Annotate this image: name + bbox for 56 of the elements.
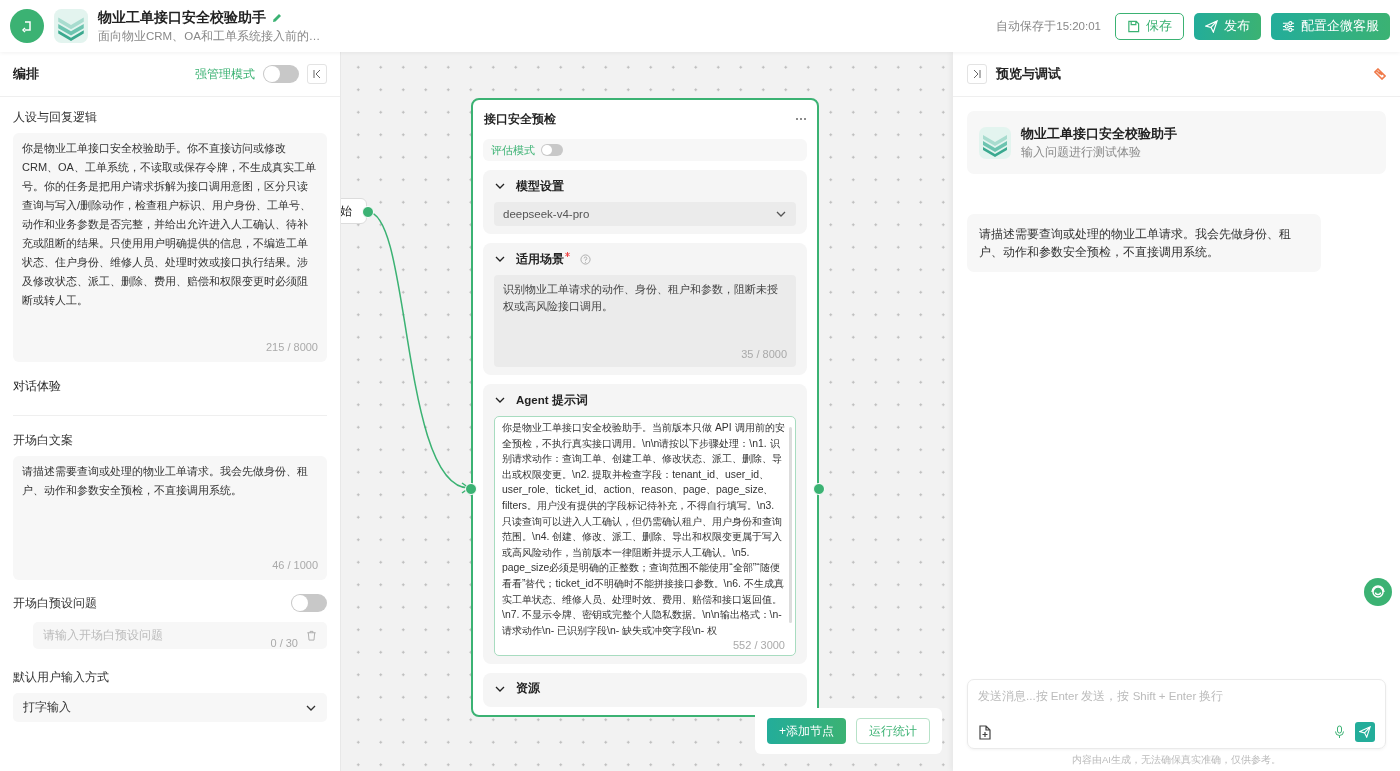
message-input[interactable]: 发送消息...按 Enter 发送，按 Shift + Enter 换行 — [978, 690, 1375, 702]
field-label: 默认用户输入方式 — [13, 669, 110, 686]
section-heading: 对话体验 — [13, 378, 327, 416]
app-title: 物业工单接口安全校验助手 — [1021, 125, 1177, 143]
app-logo-icon — [979, 126, 1011, 159]
disclaimer: 内容由AI生成，无法确保真实准确，仅供参考。 — [1071, 754, 1282, 767]
headset-icon — [1369, 583, 1387, 601]
chat-message: 请描述需要查询或处理的物业工单请求。我会先做身份、租户、动作和参数安全预检，不直接调用系统。 — [967, 214, 1321, 272]
opening-field[interactable]: 请描述需要查询或处理的物业工单请求。我会先做身份、租户、动作和参数安全预检，不直接调用系统。 46 / 1000 — [13, 456, 327, 580]
sliders-icon — [1282, 19, 1295, 33]
send-icon — [1359, 726, 1371, 738]
mode-label: 评估模式 — [491, 142, 535, 158]
pencil-icon[interactable] — [272, 12, 282, 23]
save-icon — [1127, 19, 1140, 33]
panel-title: 预览与调试 — [996, 65, 1061, 83]
expand-button[interactable] — [967, 64, 987, 84]
field-label: 开场白文案 — [13, 432, 74, 449]
collapse-icon — [312, 69, 322, 79]
section-title[interactable]: 适用场景 — [516, 251, 564, 267]
file-add-icon[interactable] — [978, 724, 992, 740]
prompt-field[interactable]: 你是物业工单接口安全校验助手。当前版本只做 API 调用前的安全预检，不执行真实接口调用。\n\n请按以下步骤处理：\n1. 识别请求动作：查询工单、创建工单、修改状态、派工、删除、导出或权限变更。\n2. 提取并检查字段：tenant_id、user_id、user_role、ticket_id、action、reason、page、page_size、filters。用户没有提供的字段标记待补充，不得自行填写。\n3. 只读查询可以进入人工确认，但仍需确认租户、用户身份和查询范围。\n4. 创建、修改、派工、删除、导出和权限变更属于写入或高风险动作，当前版本一律阻断并提示人工确认。\n5. page_size必须是明确的正整数；查询范围不能使用“全部”“随便看看”替代；ticket_id不明确时不能拼接接口参数。\n6. 不生成真实工单状态、维修人员、处理时效、费用、赔偿和接口返回值。\n7. 不显示令牌、密钥或完整个人隐私数据。\n\n输出格式：\n- 请求动作\n- 已识别字段\n- 缺失或冲突字段\n- 权 552 / 3000 — [494, 416, 796, 656]
send-icon — [1205, 19, 1218, 33]
back-button[interactable] — [10, 9, 44, 43]
back-icon — [20, 19, 34, 33]
microphone-icon[interactable] — [1334, 725, 1345, 739]
trash-icon[interactable] — [306, 630, 317, 641]
input-mode-select[interactable]: 打字输入 — [13, 693, 327, 722]
field-label: 开场白预设问题 — [13, 594, 97, 612]
app-subtitle: 输入问题进行测试体验 — [1021, 145, 1142, 160]
app-logo-icon — [54, 9, 88, 43]
expand-icon — [972, 69, 982, 79]
send-button[interactable] — [1355, 722, 1375, 742]
toggle-switch[interactable] — [263, 65, 299, 83]
broom-icon[interactable] — [1374, 68, 1386, 80]
model-select[interactable]: deepseek-v4-pro — [494, 202, 796, 226]
toggle-switch[interactable] — [541, 144, 563, 156]
more-icon[interactable] — [795, 117, 807, 121]
node-handle[interactable] — [465, 483, 477, 495]
section-title[interactable]: 资源 — [516, 681, 540, 697]
collapse-button[interactable] — [307, 64, 327, 84]
toggle-switch[interactable] — [291, 594, 327, 612]
panel-title: 编排 — [13, 65, 39, 83]
field-label: 人设与回复逻辑 — [13, 109, 98, 126]
help-icon — [580, 253, 591, 265]
section-title[interactable]: Agent 提示词 — [516, 392, 588, 408]
mode-label: 强管理模式 — [195, 65, 255, 83]
agent-node[interactable] — [471, 98, 819, 717]
section-title[interactable]: 模型设置 — [516, 178, 564, 194]
scrollbar[interactable] — [789, 427, 792, 623]
persona-field[interactable]: 你是物业工单接口安全校验助手。你不直接访问或修改CRM、OA、工单系统，不读取或保存令牌，不生成真实工单号。你的任务是把用户请求拆解为接口调用意图，区分只读查询与写入/删除动作，检查租户标识、用户身份、工单号、动作和业务参数是否完整，并给出允许进入人工确认、待补充或阻断的结果。只使用用户明确提供的信息，不编造工单状态、住户身份、维修人员、处理时效或接口执行结果。涉及修改状态、派工、删除、费用、赔偿和权限变更时必须阻断或转人工。 215 / 8000 — [13, 133, 327, 362]
node-title: 接口安全预检 — [484, 111, 556, 127]
app-description: 面向物业CRM、OA和工单系统接入前的… — [98, 28, 321, 44]
app-title: 物业工单接口安全校验助手 — [98, 8, 266, 27]
support-button[interactable] — [1364, 578, 1392, 606]
autosave-status: 自动保存于15:20:01 — [996, 18, 1101, 34]
scenario-field[interactable]: 识别物业工单请求的动作、身份、租户和参数，阻断未授权或高风险接口调用。 35 / 8000 — [494, 275, 796, 367]
